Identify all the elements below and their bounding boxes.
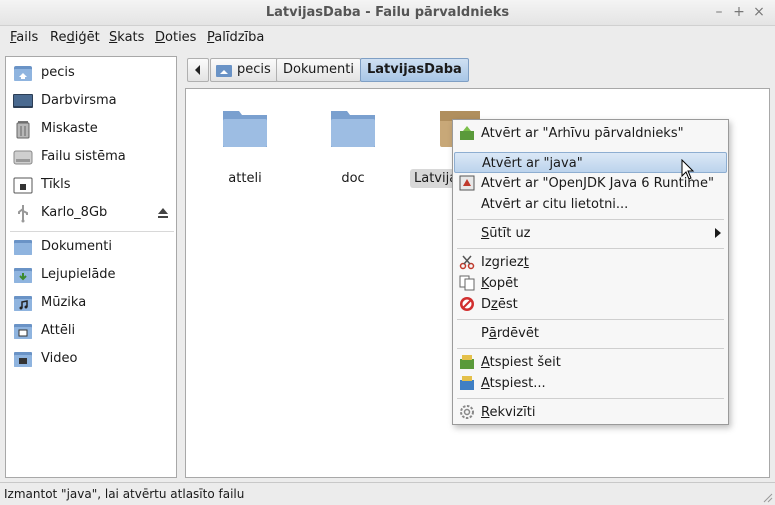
path-segment-documents[interactable]: Dokumenti bbox=[276, 58, 361, 82]
path-segment-current[interactable]: LatvijasDaba bbox=[360, 58, 469, 82]
network-folder-icon bbox=[13, 177, 33, 194]
path-segment-home[interactable]: pecis bbox=[210, 58, 278, 82]
ctx-open-other[interactable]: Atvērt ar citu lietotni... bbox=[454, 194, 727, 215]
sidebar-item-documents[interactable]: Dokumenti bbox=[11, 235, 173, 259]
sidebar-item-trash[interactable]: Miskaste bbox=[11, 117, 173, 141]
minimize-button[interactable]: – bbox=[711, 4, 727, 20]
sidebar-item-label: Tīkls bbox=[41, 177, 71, 192]
menu-help[interactable]: Palīdzība bbox=[207, 30, 264, 45]
copy-icon bbox=[459, 275, 475, 291]
resize-grip-icon[interactable] bbox=[761, 491, 773, 503]
trash-icon bbox=[16, 121, 30, 139]
ctx-send-to[interactable]: Sūtīt uz bbox=[454, 223, 727, 244]
file-item-doc[interactable]: doc bbox=[313, 107, 393, 197]
java-runtime-icon bbox=[459, 175, 475, 191]
home-folder-icon bbox=[14, 66, 32, 81]
sidebar-item-label: Darbvirsma bbox=[41, 93, 117, 108]
ctx-extract[interactable]: Atspiest... bbox=[454, 373, 727, 394]
sidebar-item-downloads[interactable]: Lejupielāde bbox=[11, 263, 173, 287]
desktop-icon bbox=[13, 94, 33, 108]
chevron-left-icon bbox=[195, 65, 200, 75]
ctx-cut[interactable]: Izgriezt bbox=[454, 252, 727, 273]
menu-bar: Fails Rediģēt Skats Doties Palīdzība bbox=[0, 26, 775, 50]
sidebar-item-label: pecis bbox=[41, 65, 75, 80]
ctx-open-archive-manager[interactable]: Atvērt ar "Arhīvu pārvaldnieks" bbox=[454, 123, 727, 144]
sidebar-item-label: Attēli bbox=[41, 323, 76, 338]
menu-edit[interactable]: Rediģēt bbox=[50, 30, 100, 45]
file-label: doc bbox=[341, 171, 365, 186]
sidebar-item-desktop[interactable]: Darbvirsma bbox=[11, 89, 173, 113]
menu-file[interactable]: Fails bbox=[10, 30, 38, 45]
menu-divider bbox=[457, 398, 724, 399]
sidebar-divider bbox=[10, 231, 174, 232]
menu-divider bbox=[457, 219, 724, 220]
status-text: Izmantot "java", lai atvērtu atlasīto fa… bbox=[4, 487, 245, 501]
menu-divider bbox=[457, 248, 724, 249]
ctx-delete[interactable]: Dzēst bbox=[454, 294, 727, 315]
harddisk-icon bbox=[13, 150, 33, 165]
mouse-cursor-icon bbox=[681, 159, 695, 180]
sidebar-item-filesystem[interactable]: Failu sistēma bbox=[11, 145, 173, 169]
sidebar-item-label: Miskaste bbox=[41, 121, 98, 136]
pictures-folder-icon bbox=[14, 324, 32, 339]
delete-icon bbox=[460, 297, 474, 311]
maximize-button[interactable]: + bbox=[731, 4, 747, 20]
sidebar-item-usb[interactable]: Karlo_8Gb bbox=[11, 201, 173, 225]
sidebar-item-pictures[interactable]: Attēli bbox=[11, 319, 173, 343]
submenu-arrow-icon bbox=[715, 228, 721, 238]
extract-icon bbox=[460, 376, 474, 390]
status-bar: Izmantot "java", lai atvērtu atlasīto fa… bbox=[0, 482, 775, 505]
file-label: atteli bbox=[228, 171, 262, 186]
title-bar: LatvijasDaba - Failu pārvaldnieks – + × bbox=[0, 0, 775, 26]
menu-view[interactable]: Skats bbox=[109, 30, 144, 45]
archive-manager-icon bbox=[460, 126, 474, 140]
window-title: LatvijasDaba - Failu pārvaldnieks bbox=[265, 5, 510, 20]
ctx-copy[interactable]: Kopēt bbox=[454, 273, 727, 294]
path-back-button[interactable] bbox=[187, 58, 209, 82]
ctx-properties[interactable]: Rekvizīti bbox=[454, 402, 727, 423]
sidebar-item-video[interactable]: Video bbox=[11, 347, 173, 371]
sidebar-item-label: Video bbox=[41, 351, 78, 366]
sidebar-item-label: Dokumenti bbox=[41, 239, 112, 254]
eject-icon[interactable] bbox=[157, 207, 169, 219]
sidebar-item-network[interactable]: Tīkls bbox=[11, 173, 173, 197]
usb-drive-icon bbox=[18, 205, 28, 223]
sidebar-item-home[interactable]: pecis bbox=[11, 61, 173, 85]
sidebar-item-label: Lejupielāde bbox=[41, 267, 116, 282]
documents-folder-icon bbox=[14, 240, 32, 255]
menu-divider bbox=[457, 348, 724, 349]
close-button[interactable]: × bbox=[751, 4, 767, 20]
downloads-folder-icon bbox=[14, 268, 32, 283]
menu-divider bbox=[457, 319, 724, 320]
sidebar-item-label: Karlo_8Gb bbox=[41, 205, 108, 220]
file-item-atteli[interactable]: atteli bbox=[205, 107, 285, 197]
video-folder-icon bbox=[14, 352, 32, 367]
sidebar-item-label: Mūzika bbox=[41, 295, 87, 310]
ctx-rename[interactable]: Pārdēvēt bbox=[454, 323, 727, 344]
gear-icon bbox=[460, 405, 474, 419]
ctx-extract-here[interactable]: Atspiest šeit bbox=[454, 352, 727, 373]
folder-icon bbox=[331, 111, 375, 147]
menu-go[interactable]: Doties bbox=[155, 30, 196, 45]
sidebar-item-music[interactable]: Mūzika bbox=[11, 291, 173, 315]
extract-here-icon bbox=[460, 355, 474, 369]
scissors-icon bbox=[459, 255, 475, 270]
music-folder-icon bbox=[14, 296, 32, 311]
folder-icon bbox=[223, 111, 267, 147]
home-folder-icon bbox=[216, 65, 232, 77]
sidebar-item-label: Failu sistēma bbox=[41, 149, 126, 164]
places-sidebar: pecis Darbvirsma Miskaste Failu sistēma … bbox=[5, 56, 177, 478]
